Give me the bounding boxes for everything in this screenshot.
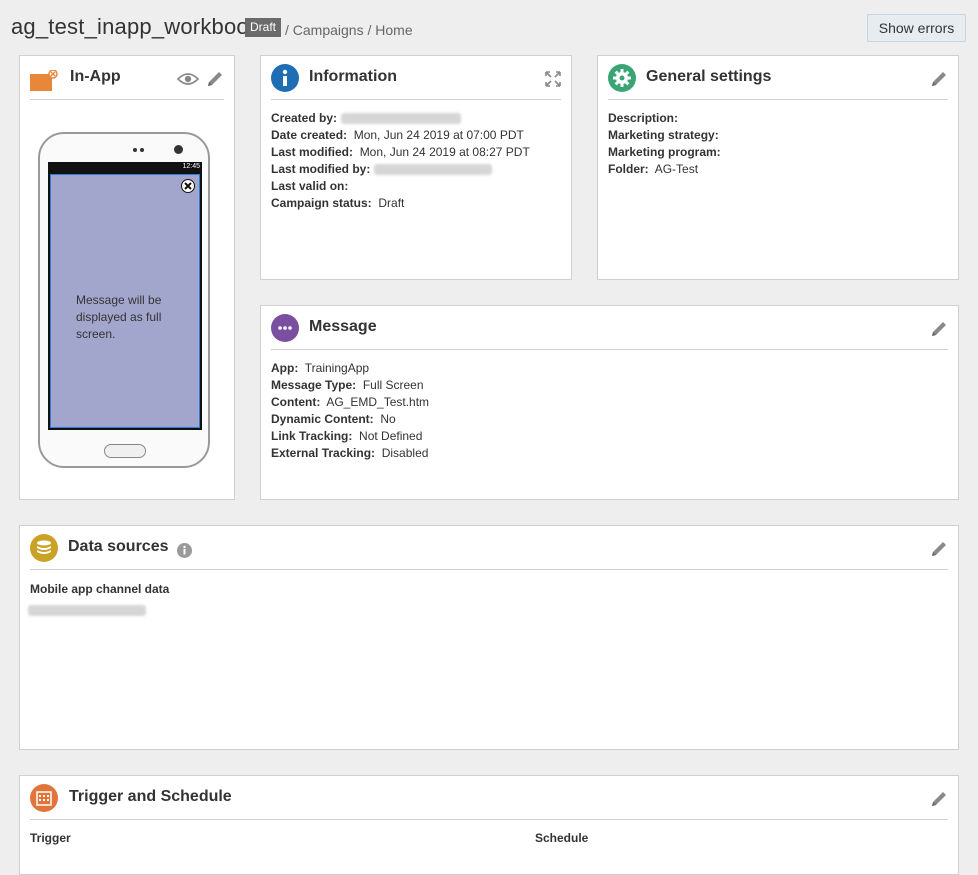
edit-pencil-icon[interactable]	[930, 320, 948, 338]
breadcrumb-campaigns[interactable]: / Campaigns	[285, 22, 364, 38]
gear-icon	[608, 64, 636, 92]
schedule-label: Schedule	[535, 831, 589, 845]
inapp-icon	[30, 69, 58, 91]
last-modified-by-redacted	[374, 164, 493, 176]
information-card: Information Created by: Date created: Mo…	[260, 55, 572, 280]
expand-icon[interactable]	[545, 71, 561, 87]
info-row-last-modified-by: Last modified by:	[271, 161, 530, 178]
data-sources-title: Data sources	[68, 538, 169, 555]
edit-pencil-icon[interactable]	[930, 790, 948, 808]
data-source-redacted	[28, 605, 146, 616]
edit-pencil-icon[interactable]	[206, 70, 224, 88]
general-settings-fields: Description: Marketing strategy: Marketi…	[608, 110, 721, 178]
general-settings-title: General settings	[646, 68, 772, 85]
info-row-last-valid-on: Last valid on:	[271, 179, 349, 193]
information-card-header: Information	[271, 56, 561, 100]
inapp-card: In-App 12:45 Message will be displayed a…	[19, 55, 235, 500]
edit-pencil-icon[interactable]	[930, 540, 948, 558]
message-fields: App: TrainingApp Message Type: Full Scre…	[271, 360, 429, 462]
status-badge: Draft	[245, 18, 282, 37]
phone-screen: Message will be displayed as full screen…	[50, 174, 200, 428]
settings-row-folder: Folder: AG-Test	[608, 162, 699, 176]
message-row-app: App: TrainingApp	[271, 361, 370, 375]
phone-time: 12:45	[182, 163, 200, 170]
phone-speaker	[133, 148, 137, 152]
phone-home-button	[104, 444, 146, 458]
close-icon[interactable]	[181, 179, 195, 193]
trigger-label: Trigger	[30, 831, 71, 845]
page-title: ag_test_inapp_workbook	[11, 14, 261, 39]
info-row-date-created: Date created: Mon, Jun 24 2019 at 07:00 …	[271, 128, 524, 142]
inapp-card-header: In-App	[30, 56, 224, 100]
message-card: Message App: TrainingApp Message Type: F…	[260, 305, 959, 500]
info-row-created-by: Created by:	[271, 110, 530, 127]
settings-row-description: Description:	[608, 111, 679, 125]
created-by-redacted	[341, 113, 462, 125]
message-row-type: Message Type: Full Screen	[271, 378, 424, 392]
data-sources-card: Data sources Mobile app channel data	[19, 525, 959, 750]
phone-preview: 12:45 Message will be displayed as full …	[38, 132, 210, 468]
info-row-campaign-status: Campaign status: Draft	[271, 196, 405, 210]
mobile-app-channel-data-label: Mobile app channel data	[30, 582, 170, 596]
settings-row-marketing-strategy: Marketing strategy:	[608, 128, 719, 142]
message-row-external-tracking: External Tracking: Disabled	[271, 446, 429, 460]
inapp-title: In-App	[70, 68, 121, 85]
message-card-header: Message	[271, 306, 948, 350]
calendar-icon	[30, 784, 58, 812]
settings-row-marketing-program: Marketing program:	[608, 145, 721, 159]
database-icon	[30, 534, 58, 562]
phone-status-bar: 12:45	[48, 162, 202, 172]
breadcrumb-home[interactable]: / Home	[367, 22, 412, 38]
phone-screen-frame: 12:45 Message will be displayed as full …	[48, 162, 202, 430]
info-row-last-modified: Last modified: Mon, Jun 24 2019 at 08:27…	[271, 145, 530, 159]
information-fields: Created by: Date created: Mon, Jun 24 20…	[271, 110, 530, 212]
info-icon	[271, 64, 299, 92]
preview-eye-icon[interactable]	[176, 71, 200, 87]
trigger-schedule-title: Trigger and Schedule	[69, 788, 232, 805]
message-row-content: Content: AG_EMD_Test.htm	[271, 395, 430, 409]
message-row-link-tracking: Link Tracking: Not Defined	[271, 429, 423, 443]
edit-pencil-icon[interactable]	[930, 70, 948, 88]
trigger-schedule-card-header: Trigger and Schedule	[30, 776, 948, 820]
chat-bubble-icon	[271, 314, 299, 342]
phone-camera	[174, 145, 183, 154]
show-errors-button[interactable]: Show errors	[867, 14, 966, 42]
message-row-dynamic-content: Dynamic Content: No	[271, 412, 396, 426]
message-title: Message	[309, 318, 377, 335]
general-settings-card: General settings Description: Marketing …	[597, 55, 959, 280]
breadcrumb: / Campaigns / Home	[285, 22, 413, 38]
data-sources-card-header: Data sources	[30, 526, 948, 570]
general-settings-card-header: General settings	[608, 56, 948, 100]
information-title: Information	[309, 68, 397, 85]
info-circle-icon[interactable]	[177, 543, 192, 558]
phone-message-text: Message will be displayed as full screen…	[76, 293, 162, 341]
trigger-schedule-card: Trigger and Schedule Trigger Schedule	[19, 775, 959, 875]
